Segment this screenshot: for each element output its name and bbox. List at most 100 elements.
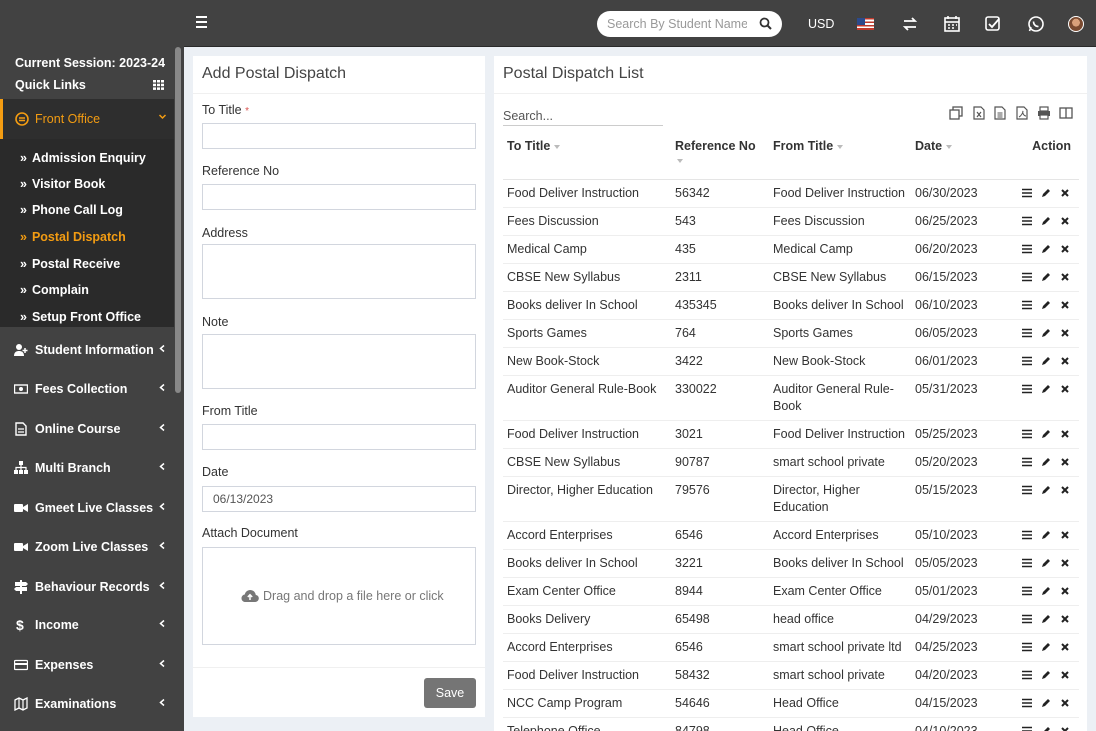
date-input[interactable]: 06/13/2023: [202, 486, 476, 512]
edit-pencil-icon[interactable]: [1040, 243, 1052, 255]
whatsapp-icon[interactable]: [1027, 15, 1045, 33]
submenu-item-complain[interactable]: » Complain: [20, 283, 89, 297]
sidebar-item-gmeet-live-classes[interactable]: Gmeet Live Classes: [0, 489, 174, 527]
sidebar-item-zoom-live-classes[interactable]: Zoom Live Classes: [0, 528, 174, 566]
sidebar-item-student-information[interactable]: Student Information: [0, 331, 174, 369]
column-header-from-title[interactable]: From Title: [769, 132, 911, 180]
from-title-input[interactable]: [202, 424, 476, 450]
view-list-icon[interactable]: [1021, 355, 1033, 367]
grid-icon[interactable]: [153, 80, 164, 90]
us-flag-icon[interactable]: [857, 18, 874, 30]
view-list-icon[interactable]: [1021, 187, 1033, 199]
edit-pencil-icon[interactable]: [1040, 484, 1052, 496]
user-avatar[interactable]: [1068, 16, 1084, 32]
delete-x-icon[interactable]: [1059, 669, 1071, 681]
submenu-item-admission-enquiry[interactable]: » Admission Enquiry: [20, 151, 146, 165]
edit-pencil-icon[interactable]: [1040, 613, 1052, 625]
delete-x-icon[interactable]: [1059, 456, 1071, 468]
column-header-reference-no[interactable]: Reference No: [671, 132, 769, 180]
sidebar-item-multi-branch[interactable]: Multi Branch: [0, 449, 174, 487]
view-list-icon[interactable]: [1021, 484, 1033, 496]
edit-pencil-icon[interactable]: [1040, 725, 1052, 731]
submenu-item-phone-call-log[interactable]: » Phone Call Log: [20, 203, 123, 217]
quick-links-label[interactable]: Quick Links: [15, 78, 86, 92]
edit-pencil-icon[interactable]: [1040, 271, 1052, 283]
submenu-item-postal-dispatch[interactable]: » Postal Dispatch: [20, 230, 126, 244]
copy-icon[interactable]: [949, 106, 963, 120]
view-list-icon[interactable]: [1021, 697, 1033, 709]
note-textarea[interactable]: [202, 334, 476, 389]
edit-pencil-icon[interactable]: [1040, 187, 1052, 199]
edit-pencil-icon[interactable]: [1040, 355, 1052, 367]
student-search-input[interactable]: [607, 15, 747, 33]
print-icon[interactable]: [1037, 106, 1051, 120]
delete-x-icon[interactable]: [1059, 697, 1071, 709]
task-check-icon[interactable]: [984, 15, 1002, 33]
view-list-icon[interactable]: [1021, 613, 1033, 625]
search-icon[interactable]: [759, 17, 772, 30]
edit-pencil-icon[interactable]: [1040, 327, 1052, 339]
sidebar-item-fees-collection[interactable]: Fees Collection: [0, 370, 174, 408]
pdf-icon[interactable]: [1015, 106, 1029, 120]
delete-x-icon[interactable]: [1059, 428, 1071, 440]
edit-pencil-icon[interactable]: [1040, 585, 1052, 597]
edit-pencil-icon[interactable]: [1040, 383, 1052, 395]
columns-icon[interactable]: [1059, 106, 1073, 120]
view-list-icon[interactable]: [1021, 271, 1033, 283]
delete-x-icon[interactable]: [1059, 484, 1071, 496]
view-list-icon[interactable]: [1021, 557, 1033, 569]
delete-x-icon[interactable]: [1059, 187, 1071, 199]
delete-x-icon[interactable]: [1059, 557, 1071, 569]
edit-pencil-icon[interactable]: [1040, 641, 1052, 653]
exchange-icon[interactable]: [901, 15, 919, 33]
excel-icon[interactable]: [972, 106, 986, 120]
save-button[interactable]: Save: [424, 678, 476, 708]
edit-pencil-icon[interactable]: [1040, 428, 1052, 440]
view-list-icon[interactable]: [1021, 428, 1033, 440]
delete-x-icon[interactable]: [1059, 271, 1071, 283]
delete-x-icon[interactable]: [1059, 327, 1071, 339]
edit-pencil-icon[interactable]: [1040, 697, 1052, 709]
edit-pencil-icon[interactable]: [1040, 557, 1052, 569]
view-list-icon[interactable]: [1021, 669, 1033, 681]
view-list-icon[interactable]: [1021, 215, 1033, 227]
delete-x-icon[interactable]: [1059, 725, 1071, 731]
file-dropzone[interactable]: Drag and drop a file here or click: [202, 547, 476, 645]
currency-selector[interactable]: USD: [808, 17, 834, 31]
to-title-input[interactable]: [202, 123, 476, 149]
view-list-icon[interactable]: [1021, 641, 1033, 653]
delete-x-icon[interactable]: [1059, 529, 1071, 541]
reference-no-input[interactable]: [202, 184, 476, 210]
menu-toggle-icon[interactable]: [196, 16, 210, 30]
address-textarea[interactable]: [202, 244, 476, 299]
edit-pencil-icon[interactable]: [1040, 456, 1052, 468]
edit-pencil-icon[interactable]: [1040, 529, 1052, 541]
delete-x-icon[interactable]: [1059, 215, 1071, 227]
table-search-input[interactable]: [503, 106, 663, 126]
column-header-to-title[interactable]: To Title: [503, 132, 671, 180]
sidebar-item-online-course[interactable]: Online Course: [0, 410, 174, 448]
view-list-icon[interactable]: [1021, 327, 1033, 339]
sidebar-scrollbar-thumb[interactable]: [175, 47, 181, 393]
delete-x-icon[interactable]: [1059, 585, 1071, 597]
csv-icon[interactable]: [993, 106, 1007, 120]
view-list-icon[interactable]: [1021, 456, 1033, 468]
sidebar-item-behaviour-records[interactable]: Behaviour Records: [0, 568, 174, 606]
view-list-icon[interactable]: [1021, 529, 1033, 541]
calendar-icon[interactable]: [943, 15, 961, 33]
sidebar-item-front-office[interactable]: Front Office: [0, 99, 174, 139]
delete-x-icon[interactable]: [1059, 383, 1071, 395]
current-session[interactable]: Current Session: 2023-24: [15, 56, 165, 70]
delete-x-icon[interactable]: [1059, 243, 1071, 255]
submenu-item-postal-receive[interactable]: » Postal Receive: [20, 257, 120, 271]
submenu-item-visitor-book[interactable]: » Visitor Book: [20, 177, 105, 191]
view-list-icon[interactable]: [1021, 585, 1033, 597]
delete-x-icon[interactable]: [1059, 299, 1071, 311]
edit-pencil-icon[interactable]: [1040, 215, 1052, 227]
sidebar-item-income[interactable]: $ Income: [0, 606, 174, 644]
sidebar-item-expenses[interactable]: Expenses: [0, 646, 174, 684]
submenu-item-setup-front-office[interactable]: » Setup Front Office: [20, 310, 141, 324]
delete-x-icon[interactable]: [1059, 641, 1071, 653]
edit-pencil-icon[interactable]: [1040, 299, 1052, 311]
view-list-icon[interactable]: [1021, 725, 1033, 731]
